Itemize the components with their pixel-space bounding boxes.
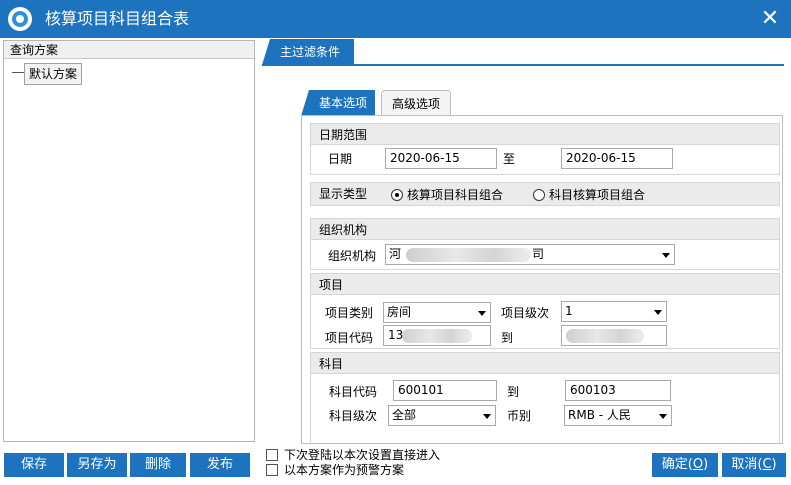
section-display-type: 显示类型 核算项目科目组合 科目核算项目组合 [310, 182, 780, 206]
section-item: 项目 [310, 273, 780, 295]
section-subject: 科目 [310, 352, 780, 374]
subject-level-label: 科目级次 [329, 409, 378, 423]
org-box: 组织机构 河 司 [310, 240, 780, 270]
redacted-mask [406, 248, 531, 262]
checkbox-icon [266, 449, 278, 461]
item-type-label: 项目类别 [325, 306, 374, 320]
redacted-mask [566, 329, 644, 343]
section-date-range: 日期范围 [310, 123, 780, 145]
close-icon[interactable]: ✕ [755, 4, 785, 34]
query-scheme-header: 查询方案 [4, 41, 254, 59]
publish-button[interactable]: 发布 [190, 453, 250, 477]
date-range-box: 日期 2020-06-15 至 2020-06-15 [310, 145, 780, 175]
date-label: 日期 [328, 152, 353, 166]
tab-basic-options[interactable]: 基本选项 [301, 90, 376, 116]
subject-code-from-input[interactable]: 600101 [393, 380, 497, 401]
app-logo-icon [8, 7, 32, 31]
auto-enter-checkbox[interactable]: 下次登陆以本次设置直接进入 [266, 447, 440, 463]
radio-unselected-icon [533, 189, 545, 201]
basic-options-panel: 日期范围 日期 2020-06-15 至 2020-06-15 显示类型 核算项… [301, 115, 783, 444]
chevron-down-icon [662, 253, 670, 258]
date-to-input[interactable]: 2020-06-15 [561, 148, 673, 169]
subject-code-to-input[interactable]: 600103 [565, 380, 671, 401]
item-code-label: 项目代码 [325, 331, 374, 345]
query-scheme-panel: 查询方案 默认方案 [3, 40, 255, 442]
save-button[interactable]: 保存 [4, 453, 64, 477]
date-to-label: 至 [503, 152, 516, 166]
org-value-suffix: 司 [532, 247, 545, 261]
tree-item-default-scheme[interactable]: 默认方案 [24, 63, 83, 85]
item-level-label: 项目级次 [501, 306, 550, 320]
tab-main-filter[interactable]: 主过滤条件 [262, 39, 355, 65]
title-bar: 核算项目科目组合表 ✕ [0, 0, 791, 38]
tab-underline [262, 64, 784, 66]
radio-selected-icon [391, 189, 403, 201]
currency-select[interactable]: RMB - 人民 [564, 405, 672, 426]
subject-code-to-label: 到 [507, 385, 520, 399]
save-as-button[interactable]: 另存为 [67, 453, 127, 477]
subject-code-label: 科目代码 [329, 385, 378, 399]
tree-connector [12, 72, 24, 73]
delete-button[interactable]: 删除 [130, 453, 186, 477]
chevron-down-icon [483, 414, 491, 419]
chevron-down-icon [659, 414, 667, 419]
org-value-prefix: 河 [389, 247, 402, 261]
org-select[interactable]: 河 司 [385, 244, 675, 265]
section-org: 组织机构 [310, 218, 780, 240]
item-box: 项目类别 房间 项目级次 1 项目代码 13 到 [310, 295, 780, 349]
chevron-down-icon [654, 310, 662, 315]
radio-subject-item[interactable]: 科目核算项目组合 [533, 185, 645, 205]
currency-label: 币别 [507, 409, 532, 423]
subject-box: 科目代码 600101 到 600103 科目级次 全部 币别 RMB - 人民 [310, 374, 780, 443]
cancel-button[interactable]: 取消(C) [722, 453, 786, 477]
item-code-to-label: 到 [501, 331, 514, 345]
item-level-select[interactable]: 1 [561, 301, 667, 322]
org-label: 组织机构 [328, 249, 377, 263]
subject-level-select[interactable]: 全部 [388, 405, 496, 426]
chevron-down-icon [478, 311, 486, 316]
item-type-select[interactable]: 房间 [383, 302, 491, 323]
date-from-input[interactable]: 2020-06-15 [385, 148, 497, 169]
display-type-label: 显示类型 [319, 187, 368, 201]
redacted-mask [402, 329, 472, 343]
tab-advanced-options[interactable]: 高级选项 [381, 90, 452, 116]
item-code-to-input[interactable] [561, 325, 667, 346]
checkbox-icon [266, 464, 278, 476]
ok-button[interactable]: 确定(O) [652, 453, 718, 477]
warning-scheme-checkbox[interactable]: 以本方案作为预警方案 [266, 462, 404, 478]
window-title: 核算项目科目组合表 [45, 9, 190, 28]
item-code-from-input[interactable]: 13 [383, 325, 491, 346]
radio-item-subject[interactable]: 核算项目科目组合 [391, 185, 503, 205]
